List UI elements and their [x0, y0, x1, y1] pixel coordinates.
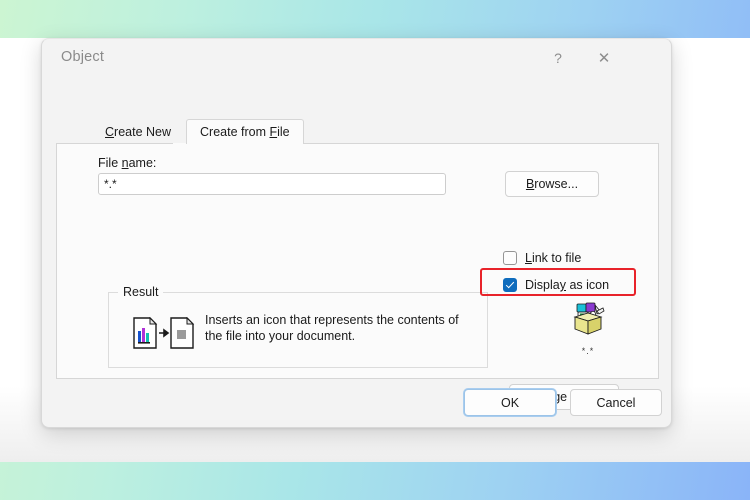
result-group-box: Result Inserts an icon that represents t…: [108, 285, 488, 368]
tab-create-new[interactable]: Create New: [92, 119, 184, 144]
file-name-input[interactable]: [98, 173, 446, 195]
dialog-title-bar: Object ? ✕: [42, 39, 671, 77]
file-name-label: File name:: [98, 156, 157, 170]
result-legend: Result: [118, 285, 164, 299]
result-preview-icon: [133, 316, 195, 351]
tab-strip: Create New Create from File: [56, 119, 659, 144]
package-preview: *.*: [552, 302, 624, 356]
checkbox-display-as-icon-label: Display as icon: [525, 278, 610, 292]
close-icon[interactable]: ✕: [589, 45, 619, 71]
package-box-icon: [573, 302, 605, 335]
checkbox-link-to-file[interactable]: Link to file: [503, 247, 643, 269]
tab-create-from-file[interactable]: Create from File: [186, 119, 304, 144]
tab-page-create-from-file: File name: Browse... Link to file Displa…: [56, 143, 659, 410]
ok-button[interactable]: OK: [464, 389, 556, 416]
browse-button[interactable]: Browse...: [505, 171, 599, 197]
tab-create-from-file-label: Create from File: [200, 125, 290, 139]
checkbox-link-to-file-label: Link to file: [525, 251, 582, 265]
checkbox-group: Link to file Display as icon: [503, 247, 643, 301]
package-caption: *.*: [581, 346, 595, 356]
cancel-button[interactable]: Cancel: [570, 389, 662, 416]
page-title: Object: [61, 49, 105, 65]
checkbox-link-to-file-box[interactable]: [503, 251, 517, 265]
result-description: Inserts an icon that represents the cont…: [205, 313, 459, 343]
object-dialog: Object ? ✕ Create New Create from File F…: [41, 38, 672, 428]
checkbox-display-as-icon[interactable]: Display as icon: [503, 274, 643, 296]
checkbox-display-as-icon-box[interactable]: [503, 278, 517, 292]
tab-create-new-label: Create New: [105, 124, 172, 139]
help-icon[interactable]: ?: [543, 45, 573, 71]
